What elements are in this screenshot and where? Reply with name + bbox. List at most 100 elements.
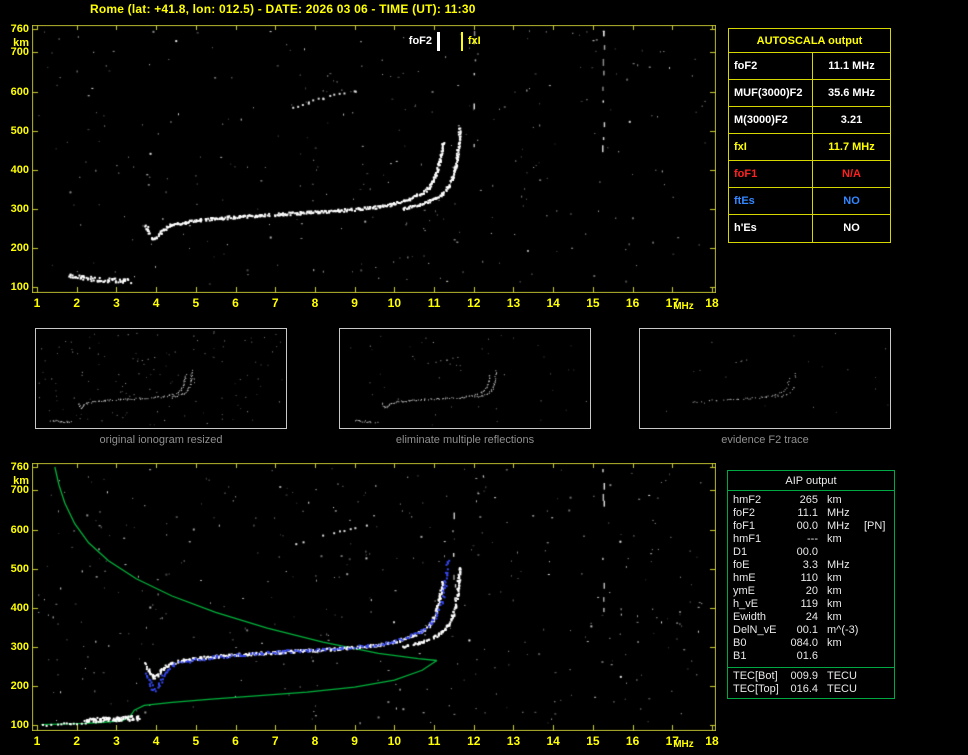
y-axis-tick-label: 300 [10,202,29,215]
aip-label: hmE [733,572,756,584]
aip-row-deln-ve: DelN_vE 00.1 m^(-3) [728,624,894,637]
x-axis-tick-label: 12 [467,734,481,748]
x-axis-tick-label: 8 [311,296,319,310]
aip-unit: TECU [827,670,857,682]
aip-label: hmF2 [733,494,762,506]
aip-row-fof1: foF1 00.0 MHz [PN] [728,520,894,533]
aip-value: 01.6 [796,650,818,662]
autoscala-value: N/A [842,168,861,180]
aip-label: foF1 [733,520,756,532]
aip-value: 3.3 [802,559,818,571]
aip-unit: km [827,494,842,506]
ionogram-canvas-top [32,25,716,293]
aip-row-b1: B1 01.6 [728,650,894,663]
aip-row-hmf1: hmF1 --- km [728,533,894,546]
y-axis-unit-label: km [13,475,29,487]
autoscala-label: fxI [729,134,813,160]
x-axis-tick-label: 10 [387,734,402,748]
fof2-marker-line [437,32,441,51]
aip-value: 00.0 [796,546,818,558]
fxi-marker-label: fxI [467,35,481,47]
y-axis-tick-label: 200 [10,241,29,254]
aip-row-fof2: foF2 11.1 MHz [728,507,894,520]
aip-row-tec-bot-: TEC[Bot] 009.9 TECU [728,670,894,683]
y-axis-tick-label: 600 [10,523,29,536]
aip-row-hmf2: hmF2 265 km [728,494,894,507]
aip-unit: km [827,598,842,610]
aip-label: foE [733,559,750,571]
aip-table-header: AIP output [728,471,894,491]
x-axis-tick-label: 7 [271,296,279,310]
aip-row-hme: hmE 110 km [728,572,894,585]
station-date-time-title: Rome (lat: +41.8, lon: 012.5) - DATE: 20… [90,2,476,16]
autoscala-value: 11.1 MHz [828,60,875,72]
aip-unit: km [827,611,842,623]
x-axis-tick-label: 2 [73,734,81,748]
autoscala-row-fxi: fxI 11.7 MHz [729,134,890,161]
aip-label: D1 [733,546,748,558]
y-axis-tick-label: 760 [10,461,29,473]
autoscala-label: MUF(3000)F2 [729,80,813,106]
x-axis-tick-label: 5 [192,734,200,748]
x-axis-tick-label: 8 [311,734,319,748]
y-axis-tick-label: 100 [10,719,29,731]
x-axis-unit-label: MHz [673,301,694,312]
thumbnail-multiple-reflections-removed [339,328,591,429]
fof2-marker-label: foF2 [408,35,433,47]
aip-unit: km [827,572,842,584]
x-axis-tick-label: 3 [113,734,120,748]
aip-unit: km [827,585,842,597]
fxi-marker-line [460,32,463,51]
autoscala-row-ftes: ftEs NO [729,188,890,215]
aip-unit: km [827,533,842,545]
autoscala-value: 11.7 MHz [828,141,875,153]
aip-value: 016.4 [790,683,818,695]
aip-row-h-ve: h_vE 119 km [728,598,894,611]
aip-table-body: hmF2 265 km foF2 11.1 MHz foF1 00.0 MHz [PN] hmF1 -… [728,491,894,665]
aip-unit: m^(-3) [827,624,859,636]
aip-unit: km [827,637,842,649]
x-axis-tick-label: 1 [33,734,41,748]
x-axis-tick-label: 5 [192,296,200,310]
x-axis-tick-label: 6 [232,296,239,310]
aip-value: 00.0 [796,520,818,532]
autoscala-label: foF2 [729,53,813,79]
y-axis-tick-label: 100 [10,281,29,293]
x-axis-tick-label: 6 [232,734,239,748]
y-axis-tick-label: 200 [10,679,29,692]
autoscala-label: M(3000)F2 [729,107,813,133]
aip-value: 119 [800,598,818,610]
aip-tec-section: TEC[Bot] 009.9 TECU TEC[Top] 016.4 TECU [728,667,894,698]
y-axis-unit-label: km [13,37,29,49]
aip-label: TEC[Bot] [733,670,778,682]
autoscala-value: 3.21 [840,114,863,126]
thumbnail-canvas-f2trace [640,329,890,428]
aip-unit: TECU [827,683,857,695]
x-axis-tick-label: 15 [586,296,600,310]
autoscala-table-header: AUTOSCALA output [729,29,890,53]
x-axis-tick-label: 4 [152,296,160,310]
y-axis-tick-label: 760 [10,23,29,35]
x-axis-tick-label: 11 [427,296,441,310]
aip-row-foe: foE 3.3 MHz [728,559,894,572]
x-axis-tick-label: 9 [351,296,358,310]
autoscala-row-hes: h'Es NO [729,215,890,242]
x-axis-tick-label: 14 [546,734,560,748]
aip-row-d1: D1 00.0 [728,546,894,559]
aip-value: 00.1 [796,624,818,636]
y-axis-tick-label: 500 [10,124,29,137]
x-axis-tick-label: 15 [586,734,600,748]
thumbnail-caption-original: original ionogram resized [99,434,223,446]
y-axis-tick-label: 400 [10,601,29,614]
aip-label: foF2 [733,507,756,519]
autoscala-value: 35.6 MHz [827,87,876,99]
aip-row-b0: B0 084.0 km [728,637,894,650]
aip-output-table: AIP output hmF2 265 km foF2 11.1 MHz foF1 00.0 M… [727,470,895,699]
x-axis-tick-label: 10 [387,296,402,310]
x-axis-tick-label: 2 [73,296,81,310]
x-axis-tick-label: 12 [467,296,481,310]
x-axis-tick-label: 3 [113,296,120,310]
autoscala-value: NO [843,222,860,234]
aip-unit: MHz [827,559,850,571]
aip-value: 110 [800,572,818,584]
